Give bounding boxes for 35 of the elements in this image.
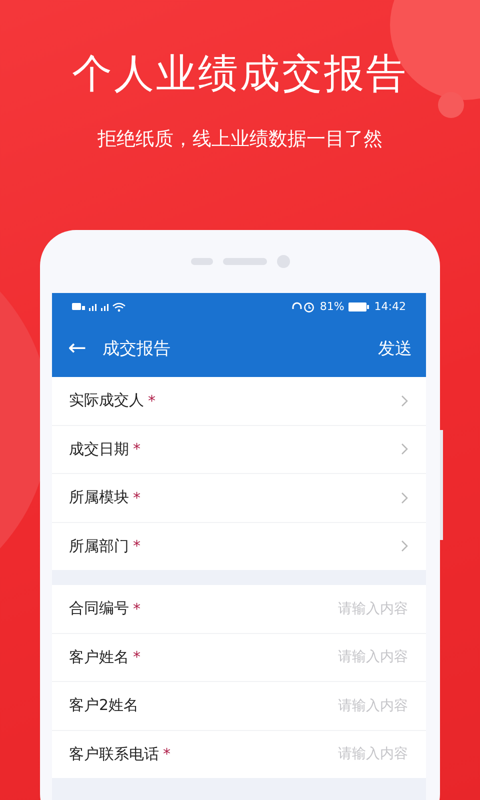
field-label: 所属模块 [69, 488, 129, 508]
required-mark: * [133, 648, 140, 666]
chevron-right-icon[interactable] [401, 540, 408, 552]
required-mark: * [163, 745, 170, 764]
field-label: 客户联系电话 [69, 744, 159, 764]
screen-title: 成交报告 [102, 338, 170, 360]
battery-percent: 81% [320, 300, 344, 313]
input-field[interactable]: 请输入内容 [308, 600, 408, 617]
field-label: 成交日期 [69, 440, 129, 459]
required-mark: * [133, 537, 140, 556]
field-label: 合同编号 [69, 599, 129, 618]
camera-dot [276, 255, 290, 268]
speaker-slot [222, 258, 266, 265]
required-mark: * [133, 440, 140, 458]
input-field[interactable]: 请输入内容 [308, 746, 408, 762]
send-button[interactable]: 发送 [378, 337, 412, 360]
back-button[interactable]: ← [62, 336, 92, 361]
field-label: 客户2姓名 [69, 696, 139, 716]
battery-icon [348, 302, 370, 312]
field-label: 实际成交人 [69, 391, 144, 410]
input-field[interactable]: 请输入内容 [308, 698, 408, 714]
required-mark: * [148, 392, 156, 410]
field-label: 客户姓名 [69, 648, 129, 667]
alarm-icon [292, 300, 316, 312]
promo-headline: 个人业绩成交报告 [72, 50, 408, 99]
promo-subtitle: 拒绝纸质，线上业绩数据一目了然 [98, 127, 382, 152]
input-field[interactable]: 请输入内容 [308, 649, 408, 666]
speaker-slot [190, 258, 212, 265]
required-mark: * [133, 600, 140, 618]
chevron-right-icon[interactable] [401, 443, 408, 456]
chevron-right-icon[interactable] [401, 394, 408, 407]
chevron-right-icon[interactable] [401, 492, 408, 504]
required-mark: * [133, 488, 140, 507]
status-time: 14:42 [374, 300, 406, 313]
field-label: 所属部门 [69, 536, 129, 556]
